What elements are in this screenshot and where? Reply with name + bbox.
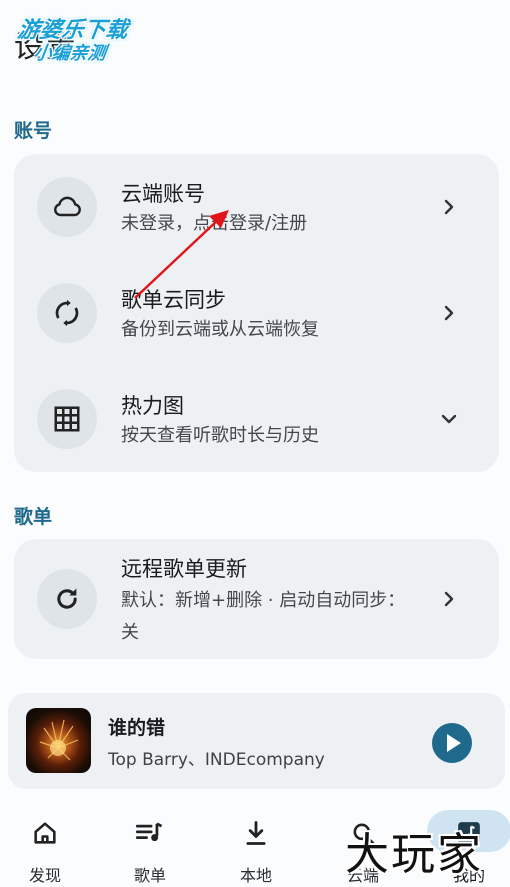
setting-title: 热力图 <box>121 394 184 418</box>
chevron-right-icon <box>439 303 459 323</box>
watermark-top: 游婆乐下载 小编亲测 <box>10 12 160 64</box>
play-icon <box>447 734 461 752</box>
setting-subtitle: 未登录，点击登录/注册 <box>121 213 308 234</box>
nav-label: 发现 <box>28 866 61 885</box>
setting-title: 远程歌单更新 <box>121 557 247 581</box>
watermark-line-2: 小编亲测 <box>32 43 108 64</box>
nav-local[interactable]: 本地 <box>211 800 301 887</box>
playlist-icon <box>135 818 165 848</box>
setting-title: 歌单云同步 <box>121 288 226 312</box>
setting-row-playlist-sync[interactable]: 歌单云同步 备份到云端或从云端恢复 <box>14 260 499 366</box>
setting-title: 云端账号 <box>121 182 205 206</box>
nav-discover[interactable]: 发现 <box>0 800 90 887</box>
setting-subtitle: 备份到云端或从云端恢复 <box>121 319 319 340</box>
nav-label: 本地 <box>239 866 272 885</box>
settings-screen: 设置 游婆乐下载 小编亲测 账号 云端账号 未登录，点击登录/注册 歌单云同步 … <box>0 0 510 887</box>
chevron-right-icon <box>439 589 459 609</box>
song-title: 谁的错 <box>108 717 166 739</box>
play-button[interactable] <box>432 723 472 763</box>
playlist-card: 远程歌单更新 默认：新增+删除 · 启动自动同步：关 <box>14 539 499 659</box>
sync-icon <box>37 283 97 343</box>
account-card: 云端账号 未登录，点击登录/注册 歌单云同步 备份到云端或从云端恢复 热力图 按… <box>14 154 499 472</box>
section-title-playlist: 歌单 <box>14 506 53 528</box>
setting-subtitle: 按天查看听歌时长与历史 <box>121 425 319 446</box>
mini-player[interactable]: 谁的错 Top Barry、INDEcompany <box>8 693 505 789</box>
nav-label: 歌单 <box>133 866 166 885</box>
home-icon <box>30 818 60 848</box>
album-cover[interactable] <box>26 708 91 773</box>
chevron-down-icon <box>439 409 459 429</box>
setting-subtitle: 默认：新增+删除 · 启动自动同步：关 <box>121 590 406 643</box>
watermark-bottom: 大玩家 <box>345 829 483 880</box>
song-artist: Top Barry、INDEcompany <box>108 750 325 770</box>
section-title-account: 账号 <box>14 120 53 142</box>
grid-icon <box>37 389 97 449</box>
download-icon <box>241 818 271 848</box>
cloud-icon <box>37 177 97 237</box>
setting-row-cloud-account[interactable]: 云端账号 未登录，点击登录/注册 <box>14 154 499 260</box>
setting-row-heatmap[interactable]: 热力图 按天查看听歌时长与历史 <box>14 366 499 472</box>
refresh-icon <box>37 569 97 629</box>
chevron-right-icon <box>439 197 459 217</box>
nav-playlist[interactable]: 歌单 <box>105 800 195 887</box>
setting-row-remote-playlist-update[interactable]: 远程歌单更新 默认：新增+删除 · 启动自动同步：关 <box>14 539 499 659</box>
